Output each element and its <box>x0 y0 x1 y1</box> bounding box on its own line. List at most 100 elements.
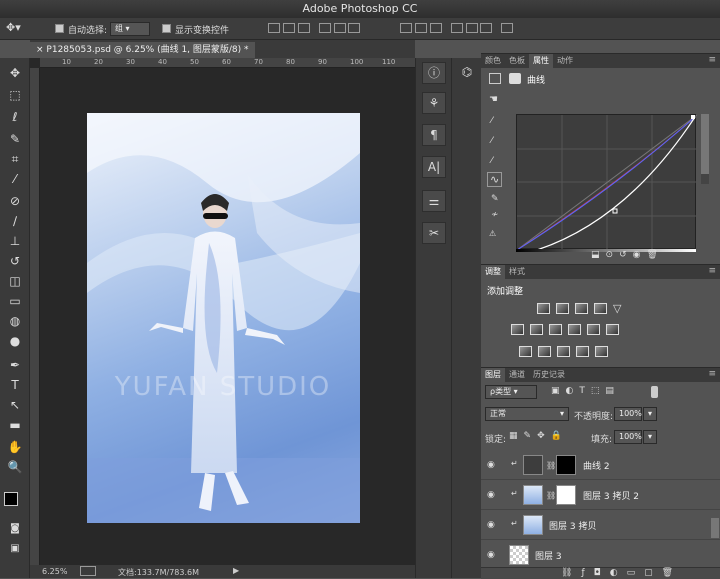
properties-scrollbar[interactable] <box>701 114 709 184</box>
curves-icon[interactable] <box>575 303 588 314</box>
adjustments-sliders-icon[interactable]: ⚌ <box>422 190 446 212</box>
layer-row[interactable]: ◉ ↵ ⛓ 曲线 2 <box>481 450 720 480</box>
character-panel-icon[interactable]: A| <box>422 156 446 178</box>
tab-properties[interactable]: 属性 <box>529 54 553 68</box>
threshold-icon[interactable] <box>557 346 570 357</box>
quick-select-tool-icon[interactable]: ✎ <box>5 130 25 148</box>
distribute-top-icon[interactable] <box>400 23 412 33</box>
opacity-input[interactable]: 100% <box>614 407 642 421</box>
paragraph-panel-icon[interactable]: ¶ <box>422 124 446 146</box>
curves-graph[interactable] <box>516 114 698 251</box>
layer-mask-icon[interactable] <box>509 73 521 84</box>
visibility-eye-icon[interactable]: ◉ <box>487 520 495 530</box>
document-image[interactable]: YUFAN STUDIO <box>87 113 360 523</box>
sample-black-icon[interactable]: ⁄ <box>491 116 493 126</box>
lasso-tool-icon[interactable]: ℓ <box>5 108 25 126</box>
filter-toggle[interactable] <box>651 386 658 398</box>
visibility-eye-icon[interactable]: ◉ <box>487 490 495 500</box>
marquee-tool-icon[interactable]: ⬚ <box>5 86 25 104</box>
auto-align-icon[interactable] <box>501 23 514 33</box>
lock-all-icon[interactable]: 🔒 <box>551 431 568 441</box>
paths-panel-icon[interactable]: ⌬ <box>455 62 479 84</box>
info-panel-icon[interactable]: ⓘ <box>422 62 446 84</box>
align-right-icon[interactable] <box>348 23 361 33</box>
vibrance-icon[interactable]: ▽ <box>613 303 626 314</box>
color-lookup-icon[interactable] <box>606 324 619 335</box>
tab-actions[interactable]: 动作 <box>553 54 577 68</box>
gradient-tool-icon[interactable]: ▭ <box>5 292 25 310</box>
photo-filter-icon[interactable] <box>568 324 581 335</box>
close-tab-icon[interactable]: × <box>36 45 44 55</box>
distribute-right-icon[interactable] <box>480 23 493 33</box>
zoom-level[interactable]: 6.25% <box>42 567 67 576</box>
visibility-eye-icon[interactable]: ◉ <box>487 550 495 560</box>
layer-style-icon[interactable]: ƒ <box>581 568 593 578</box>
type-tool-icon[interactable]: T <box>5 376 25 394</box>
hand-tool-icon[interactable]: ✋ <box>5 438 25 456</box>
filter-smart-icon[interactable]: ▤ <box>605 386 620 396</box>
opacity-slider-button[interactable]: ▾ <box>643 407 657 421</box>
move-tool-preset-icon[interactable]: ✥▾ <box>6 21 21 34</box>
panel-menu-icon[interactable]: ≡ <box>708 55 716 65</box>
selective-color-icon[interactable] <box>576 346 589 357</box>
foreground-color-swatch[interactable] <box>4 492 18 506</box>
tool-presets-icon[interactable]: ✂ <box>422 222 446 244</box>
channel-mixer-icon[interactable] <box>587 324 600 335</box>
chain-link-icon[interactable]: ⛓ <box>546 461 556 470</box>
shape-tool-icon[interactable]: ▬ <box>5 416 25 434</box>
adjustments-menu-icon[interactable]: ≡ <box>708 266 716 276</box>
filter-type-icon[interactable]: T <box>579 386 591 396</box>
lock-position-icon[interactable]: ✥ <box>537 431 551 441</box>
smooth-curve-icon[interactable]: ≁ <box>491 210 499 220</box>
quick-mask-icon[interactable]: ◙ <box>5 520 25 538</box>
path-select-tool-icon[interactable]: ↖ <box>5 396 25 414</box>
healing-tool-icon[interactable]: ⊘ <box>5 192 25 210</box>
layer-mask-thumb[interactable] <box>556 485 576 505</box>
layer-row[interactable]: ◉ 图层 3 <box>481 540 720 568</box>
sample-gray-icon[interactable]: ⁄ <box>491 136 493 146</box>
clipping-warning-icon[interactable]: ⚠ <box>489 229 496 238</box>
auto-select-checkbox[interactable] <box>55 24 64 33</box>
tab-history[interactable]: 历史记录 <box>529 368 569 382</box>
status-menu-icon[interactable] <box>80 566 96 576</box>
add-mask-icon[interactable]: ◘ <box>594 568 610 578</box>
crop-tool-icon[interactable]: ⌗ <box>5 150 25 168</box>
brightness-contrast-icon[interactable] <box>537 303 550 314</box>
tab-layers[interactable]: 图层 <box>481 368 505 382</box>
visibility-eye-icon[interactable]: ◉ <box>487 460 495 470</box>
delete-icon[interactable]: 🗑 <box>646 250 663 260</box>
tab-swatches[interactable]: 色板 <box>505 54 529 68</box>
reset-icon[interactable]: ↺ <box>619 250 633 260</box>
clip-to-layer-icon[interactable]: ⬓ <box>591 250 606 260</box>
dodge-tool-icon[interactable]: ● <box>5 332 25 350</box>
distribute-hcenter-icon[interactable] <box>465 23 478 33</box>
new-group-icon[interactable]: ▭ <box>627 568 645 578</box>
document-tab[interactable]: × P1285053.psd @ 6.25% (曲线 1, 图层蒙版/8) * <box>30 42 255 58</box>
invert-icon[interactable] <box>519 346 532 357</box>
filter-pixel-icon[interactable]: ▣ <box>551 386 566 396</box>
gradient-map-icon[interactable] <box>595 346 608 357</box>
fill-input[interactable]: 100% <box>614 430 642 444</box>
layer-row[interactable]: ◉ ↵ ⛓ 图层 3 拷贝 2 <box>481 480 720 510</box>
history-brush-icon[interactable]: ↺ <box>5 252 25 270</box>
tab-channels[interactable]: 通道 <box>505 368 529 382</box>
stamp-tool-icon[interactable]: ⊥ <box>5 232 25 250</box>
move-tool-icon[interactable]: ✥ <box>5 64 25 82</box>
tab-adjustments[interactable]: 调整 <box>481 265 505 279</box>
screen-mode-icon[interactable]: ▣ <box>5 540 25 558</box>
hue-saturation-icon[interactable] <box>511 324 524 335</box>
visibility-icon[interactable]: ◉ <box>633 250 647 260</box>
brush-presets-icon[interactable]: ⚘ <box>422 92 446 114</box>
layer-row[interactable]: ◉ ↵ 图层 3 拷贝 <box>481 510 720 540</box>
view-previous-icon[interactable]: ⊙ <box>606 250 620 260</box>
distribute-left-icon[interactable] <box>450 23 463 33</box>
auto-select-dropdown[interactable]: 组 ▾ <box>110 22 150 36</box>
zoom-tool-icon[interactable]: 🔍 <box>5 458 25 476</box>
blur-tool-icon[interactable]: ◍ <box>5 312 25 330</box>
levels-icon[interactable] <box>556 303 569 314</box>
lock-transparent-icon[interactable]: ▦ <box>509 431 524 441</box>
show-transform-checkbox[interactable] <box>162 24 171 33</box>
exposure-icon[interactable] <box>594 303 607 314</box>
blend-mode-dropdown[interactable]: 正常 ▾ <box>485 407 569 421</box>
pen-tool-icon[interactable]: ✒ <box>5 356 25 374</box>
